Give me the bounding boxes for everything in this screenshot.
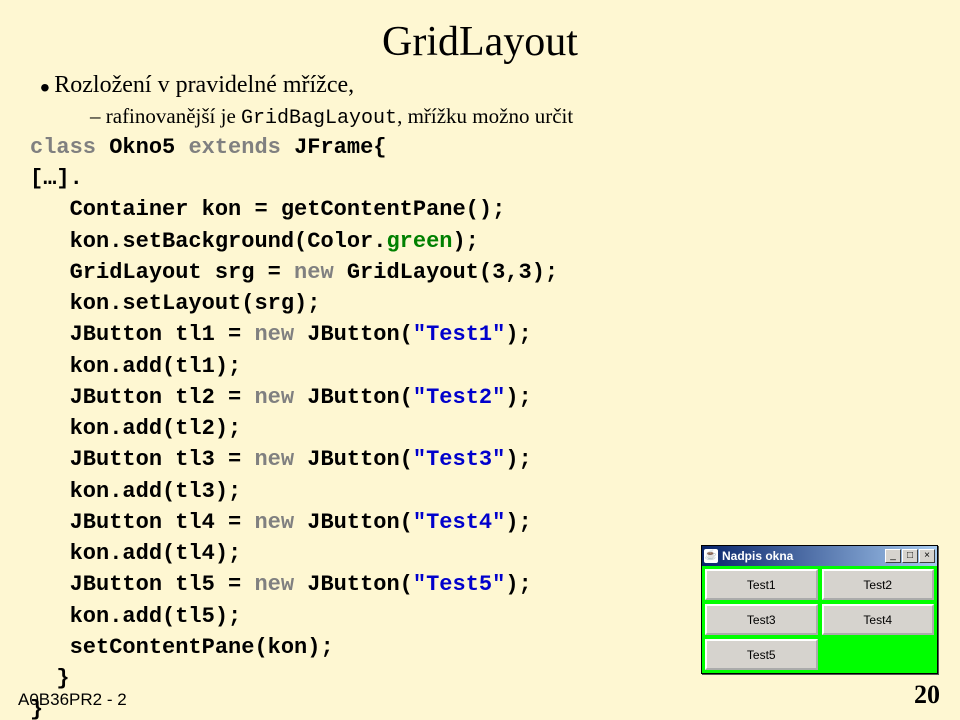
code-text: ); (505, 322, 531, 347)
code-text: JButton( (307, 385, 413, 410)
code-text: Okno5 (109, 135, 188, 160)
test4-button[interactable]: Test4 (822, 604, 935, 635)
code-text: […]. (30, 166, 83, 191)
code-text: ); (505, 385, 531, 410)
code-text: kon.add(tl2); (70, 416, 242, 441)
string-literal: "Test5" (413, 572, 505, 597)
footer-code: A0B36PR2 - 2 (18, 690, 127, 710)
window-content: Test1 Test2 Test3 Test4 Test5 (702, 566, 937, 673)
minimize-button[interactable]: _ (885, 549, 901, 563)
code-text: JButton tl1 = (70, 322, 255, 347)
code-text: ); (505, 572, 531, 597)
string-literal: "Test1" (413, 322, 505, 347)
test3-button[interactable]: Test3 (705, 604, 818, 635)
window-titlebar[interactable]: ☕ Nadpis okna _ □ × (702, 546, 937, 566)
code-text: JButton tl2 = (70, 385, 255, 410)
code-text: JButton( (307, 322, 413, 347)
code-text: JButton( (307, 510, 413, 535)
close-button[interactable]: × (919, 549, 935, 563)
slide-title: GridLayout (30, 18, 930, 66)
kw-extends: extends (188, 135, 294, 160)
kw-new: new (254, 385, 307, 410)
code-text: kon.setBackground(Color. (70, 229, 387, 254)
code-text: GridLayout(3,3); (347, 260, 558, 285)
page-number: 20 (914, 680, 940, 710)
code-text: ); (452, 229, 478, 254)
empty-grid-cell (822, 639, 935, 670)
code-text: kon.add(tl5); (70, 604, 242, 629)
string-literal: "Test2" (413, 385, 505, 410)
example-window: ☕ Nadpis okna _ □ × Test1 Test2 Test3 Te… (701, 545, 938, 674)
bullet-text: Rozložení v pravidelné mřížce, (54, 72, 354, 98)
bullet-dot: • (40, 72, 50, 103)
code-text: JFrame{ (294, 135, 386, 160)
kw-new: new (254, 447, 307, 472)
subbullet-row: – rafinovanější je GridBagLayout, mřížku… (90, 104, 930, 130)
code-text: JButton( (307, 447, 413, 472)
code-text: JButton( (307, 572, 413, 597)
window-title-text: Nadpis okna (722, 549, 885, 563)
kw-class: class (30, 135, 109, 160)
code-text: ); (505, 447, 531, 472)
const-green: green (386, 229, 452, 254)
code-text: GridLayout srg = (70, 260, 294, 285)
code-text: kon.add(tl1); (70, 354, 242, 379)
code-text: setContentPane(kon); (70, 635, 334, 660)
test5-button[interactable]: Test5 (705, 639, 818, 670)
code-text: JButton tl3 = (70, 447, 255, 472)
kw-new: new (254, 572, 307, 597)
test2-button[interactable]: Test2 (822, 569, 935, 600)
code-text: } (56, 666, 69, 691)
code-text: kon.add(tl3); (70, 479, 242, 504)
kw-new: new (254, 510, 307, 535)
code-text: ); (505, 510, 531, 535)
string-literal: "Test3" (413, 447, 505, 472)
kw-new: new (294, 260, 347, 285)
subbullet-post: , mřížku možno určit (397, 104, 573, 128)
maximize-button[interactable]: □ (902, 549, 918, 563)
subbullet-pre: – rafinovanější je (90, 104, 241, 128)
java-cup-icon: ☕ (704, 549, 718, 563)
code-text: Container kon = getContentPane(); (70, 197, 506, 222)
code-text: JButton tl4 = (70, 510, 255, 535)
string-literal: "Test4" (413, 510, 505, 535)
subbullet-code: GridBagLayout (241, 107, 397, 130)
code-text: JButton tl5 = (70, 572, 255, 597)
code-text: kon.setLayout(srg); (70, 291, 321, 316)
bullet-row: • Rozložení v pravidelné mřížce, (40, 72, 930, 104)
test1-button[interactable]: Test1 (705, 569, 818, 600)
code-text: kon.add(tl4); (70, 541, 242, 566)
kw-new: new (254, 322, 307, 347)
